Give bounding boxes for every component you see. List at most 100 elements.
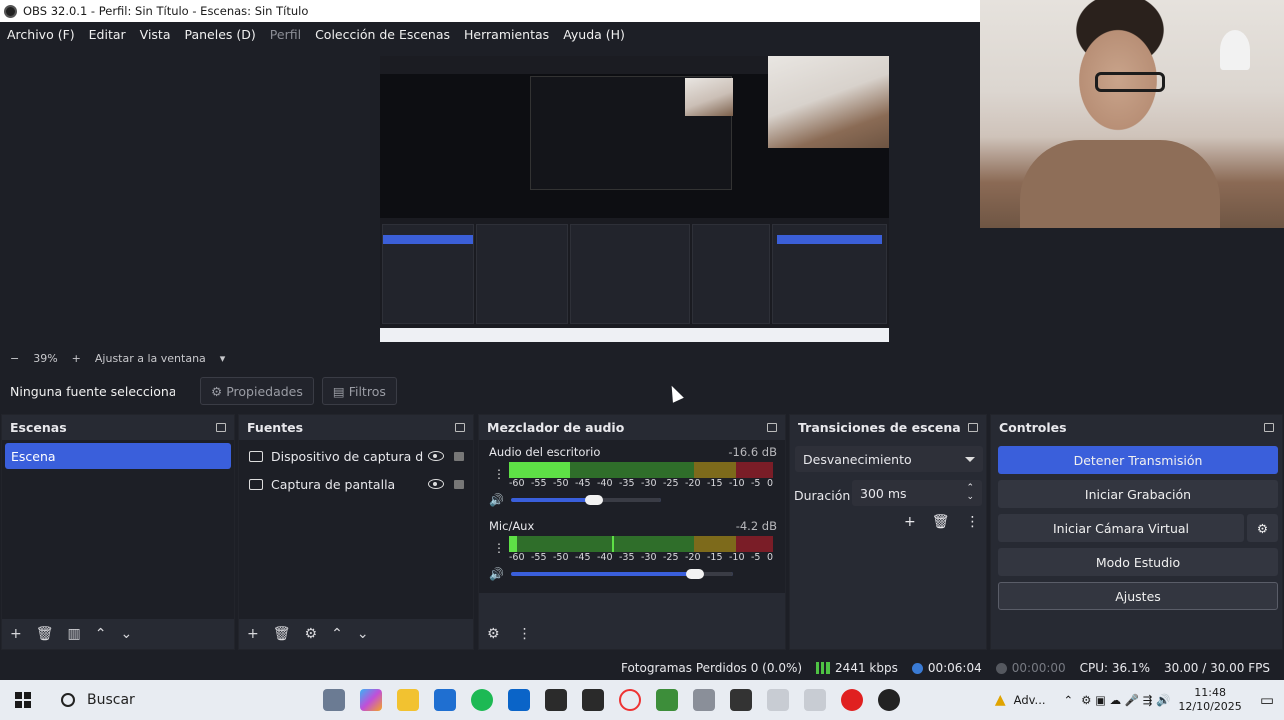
weather-label[interactable]: Adv... [1014, 693, 1046, 707]
taskbar-search[interactable]: Buscar [53, 684, 315, 716]
meter-level [509, 536, 517, 552]
app-icon[interactable] [692, 689, 715, 711]
speaker-icon[interactable]: 🔊 [489, 567, 504, 581]
mixer-channel: Mic/Aux -4.2 dB [485, 519, 777, 533]
undock-icon[interactable] [968, 423, 978, 432]
capcut-icon[interactable] [729, 689, 752, 711]
add-icon[interactable]: + [904, 514, 916, 530]
opera-icon[interactable] [618, 689, 641, 711]
speaker-icon[interactable]: 🔊 [489, 493, 504, 507]
task-view-icon[interactable] [322, 689, 345, 711]
zoom-fit-label[interactable]: Ajustar a la ventana [95, 352, 206, 365]
undock-icon[interactable] [1264, 423, 1274, 432]
trash-icon[interactable]: 🗑 [36, 626, 54, 642]
copilot-icon[interactable] [359, 689, 382, 711]
source-item[interactable]: Dispositivo de captura de vídeo [239, 442, 473, 470]
tray-icons[interactable]: ⚙ ▣ ☁ 🎤 ⇶ 🔊 [1081, 693, 1170, 707]
trash-icon[interactable]: 🗑 [273, 626, 291, 642]
add-icon[interactable]: + [247, 626, 259, 642]
add-icon[interactable]: + [10, 626, 22, 642]
virtual-camera-button[interactable]: Iniciar Cámara Virtual [998, 514, 1244, 542]
window-title: OBS 32.0.1 - Perfil: Sin Título - Escena… [23, 4, 309, 18]
spotify-icon[interactable] [470, 689, 493, 711]
file-explorer-icon[interactable] [396, 689, 419, 711]
menu-bar: Archivo (F) Editar Vista Paneles (D) Per… [0, 22, 980, 46]
menu-paneles[interactable]: Paneles (D) [178, 27, 263, 42]
lock-icon[interactable] [454, 451, 464, 461]
chevron-down-icon[interactable]: ⌄ [357, 626, 369, 642]
app-icon[interactable] [766, 689, 789, 711]
weather-warning-icon[interactable]: ▲ [995, 692, 1006, 708]
windows-start-icon[interactable] [15, 692, 31, 708]
more-options-icon[interactable]: ⋮ [493, 467, 505, 481]
minecraft-icon[interactable] [655, 689, 678, 711]
lock-icon[interactable] [454, 479, 464, 489]
gear-icon: ⚙ [1256, 520, 1269, 536]
settings-button[interactable]: Ajustes [998, 582, 1278, 610]
undock-icon[interactable] [767, 423, 777, 432]
menu-herramientas[interactable]: Herramientas [457, 27, 556, 42]
duration-stepper[interactable]: 300 ms ⌃ ⌄ [852, 480, 982, 506]
chevron-down-icon[interactable]: ⌄ [120, 626, 132, 642]
meter-tick-label: -20 [685, 552, 701, 563]
stepper-arrows-icon[interactable]: ⌃ ⌄ [966, 484, 974, 502]
preview-nested-panel [692, 224, 770, 324]
meter-tick-label: -5 [751, 552, 761, 563]
more-options-icon[interactable]: ⋮ [966, 514, 980, 530]
menu-archivo[interactable]: Archivo (F) [0, 27, 82, 42]
undock-icon[interactable] [455, 423, 465, 432]
clock[interactable]: 11:48 12/10/2025 [1178, 686, 1241, 714]
menu-perfil[interactable]: Perfil [263, 27, 308, 42]
chevron-up-icon[interactable]: ⌃ [331, 626, 343, 642]
obs-icon[interactable] [877, 689, 900, 711]
zoom-out-button[interactable]: − [10, 352, 19, 365]
meter-tick-label: -35 [619, 478, 635, 489]
undock-icon[interactable] [216, 423, 226, 432]
zoom-level: 39% [33, 351, 58, 365]
store-icon[interactable] [433, 689, 456, 711]
menu-ayuda[interactable]: Ayuda (H) [556, 27, 632, 42]
advanced-audio-icon[interactable]: ⚙ [487, 626, 500, 642]
stop-stream-button[interactable]: Detener Transmisión [998, 446, 1278, 474]
filters-button[interactable]: ▤ Filtros [321, 377, 397, 405]
filter-icon[interactable]: ▥ [68, 626, 81, 642]
outlook-icon[interactable] [507, 689, 530, 711]
epic-games-icon[interactable] [544, 689, 567, 711]
chevron-up-icon[interactable]: ⌃ [95, 626, 107, 642]
gear-icon[interactable]: ⚙ [305, 626, 318, 642]
sources-title: Fuentes [247, 420, 304, 435]
scene-item[interactable]: Escena [5, 443, 231, 469]
volume-slider[interactable] [511, 569, 733, 579]
meter-level [509, 462, 570, 478]
zoom-in-button[interactable]: + [72, 352, 81, 365]
preview-canvas[interactable] [380, 56, 889, 342]
start-recording-button[interactable]: Iniciar Grabación [998, 480, 1278, 508]
meter-tick-label: -25 [663, 552, 679, 563]
more-options-icon[interactable]: ⋮ [518, 626, 532, 642]
chevron-down-icon[interactable]: ▾ [220, 352, 226, 365]
app-icon[interactable] [581, 689, 604, 711]
meter-tick-label: -50 [553, 478, 569, 489]
properties-button[interactable]: ⚙ Propiedades [200, 377, 314, 405]
transition-select[interactable]: Desvanecimiento [795, 446, 983, 472]
app-icon[interactable] [803, 689, 826, 711]
menu-vista[interactable]: Vista [133, 27, 178, 42]
volume-slider-handle[interactable] [686, 569, 705, 579]
notification-icon[interactable]: ▭ [1260, 691, 1274, 709]
more-options-icon[interactable]: ⋮ [493, 541, 505, 555]
eye-icon[interactable] [428, 451, 444, 461]
chevron-up-icon[interactable]: ⌃ [1064, 693, 1074, 707]
menu-coleccion-escenas[interactable]: Colección de Escenas [308, 27, 457, 42]
virtual-camera-settings-button[interactable]: ⚙ [1247, 514, 1278, 542]
volume-slider-handle[interactable] [584, 495, 603, 505]
menu-editar[interactable]: Editar [82, 27, 133, 42]
preview-nested-panel [476, 224, 568, 324]
trash-icon[interactable]: 🗑 [932, 514, 950, 530]
volume-slider[interactable] [511, 495, 661, 505]
meter-tick-label: -15 [707, 478, 723, 489]
eye-icon[interactable] [428, 479, 444, 489]
studio-mode-button[interactable]: Modo Estudio [998, 548, 1278, 576]
source-item[interactable]: Captura de pantalla [239, 470, 473, 498]
transitions-dock: Transiciones de escena Desvanecimiento D… [789, 414, 987, 650]
heart-icon[interactable] [840, 689, 863, 711]
